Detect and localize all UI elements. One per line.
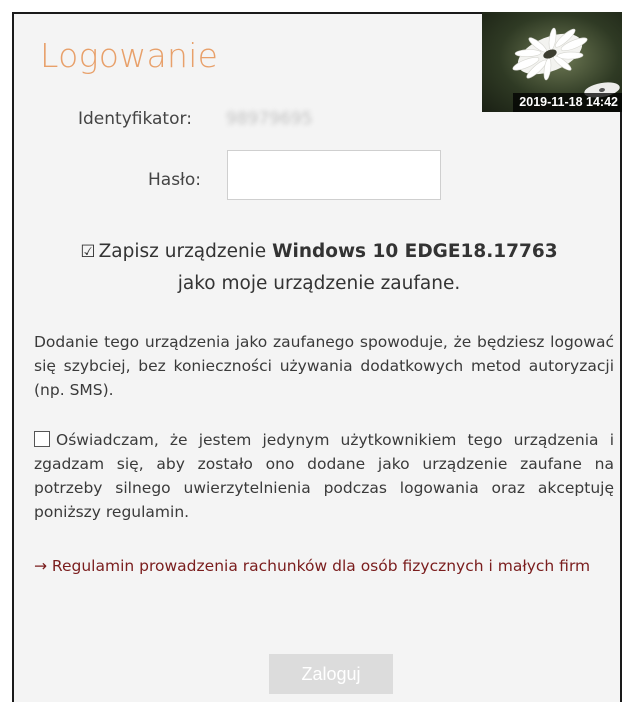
device-name: Windows 10 EDGE18.17763 bbox=[272, 241, 558, 262]
declaration-text: Oświadczam, że jestem jedynym użytkownik… bbox=[34, 431, 614, 521]
empty-checkbox-icon[interactable] bbox=[34, 431, 50, 447]
trust-device-option[interactable]: ☑ Zapisz urządzenie Windows 10 EDGE18.177… bbox=[34, 236, 604, 300]
identifier-label: Identyfikator: bbox=[78, 109, 192, 129]
login-button[interactable]: Zaloguj bbox=[269, 654, 393, 694]
trust-text-before: Zapisz urządzenie bbox=[98, 241, 273, 262]
thumbnail-timestamp: 2019-11-18 14:42 bbox=[513, 93, 622, 112]
info-text: Dodanie tego urządzenia jako zaufanego s… bbox=[34, 333, 614, 399]
identifier-value: 98979695 bbox=[226, 109, 313, 129]
checked-box-icon[interactable]: ☑ bbox=[80, 242, 95, 262]
password-label: Hasło: bbox=[148, 170, 202, 190]
security-image: 2019-11-18 14:42 bbox=[482, 12, 622, 112]
regulamin-link[interactable]: → Regulamin prowadzenia rachunków dla os… bbox=[34, 554, 614, 578]
password-input[interactable] bbox=[227, 150, 441, 200]
trust-text-after: jako moje urządzenie zaufane. bbox=[177, 273, 461, 294]
page-title: Logowanie bbox=[40, 36, 219, 75]
login-panel: Logowanie 2019-11-18 14:42 Identyfikator… bbox=[12, 12, 622, 702]
declaration-option[interactable]: Oświadczam, że jestem jedynym użytkownik… bbox=[34, 428, 614, 524]
